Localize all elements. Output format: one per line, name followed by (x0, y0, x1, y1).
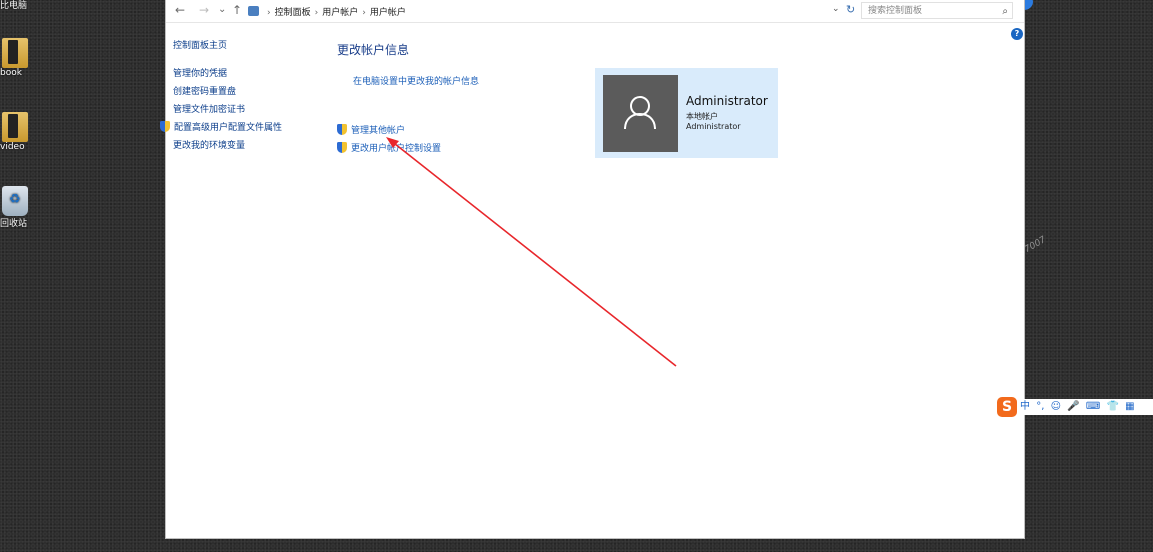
nav-control-panel-home[interactable]: 控制面板主页 (173, 38, 323, 51)
desktop-icon-book[interactable]: book (0, 38, 40, 78)
breadcrumb-user-accounts-current[interactable]: 用户帐户 (370, 8, 406, 18)
nav-change-env-variables[interactable]: 更改我的环境变量 (173, 137, 323, 155)
nav-manage-file-encryption[interactable]: 管理文件加密证书 (173, 101, 323, 119)
ime-skin-icon[interactable]: 👕 (1106, 399, 1118, 415)
desktop-icon-pc[interactable]: 比电脑 (0, 0, 40, 11)
up-button[interactable]: ↑ (232, 3, 242, 17)
control-panel-window: ← → ⌄ ↑ › 控制面板 › 用户帐户 › 用户帐户 ⌄ ↻ 搜索控制面板 ⌕ ? 控… (160, 0, 1025, 539)
uac-settings-label: 更改用户帐户控制设置 (351, 144, 442, 154)
nav-manage-credentials[interactable]: 管理你的凭据 (173, 65, 323, 83)
search-input[interactable]: 搜索控制面板 ⌕ (861, 2, 1013, 19)
breadcrumb-separator: › (314, 8, 319, 18)
uac-shield-icon (337, 124, 347, 135)
breadcrumb: › 控制面板 › 用户帐户 › 用户帐户 (248, 5, 406, 18)
ime-keyboard-icon[interactable]: ⌨ (1086, 399, 1100, 415)
uac-shield-icon (337, 142, 347, 153)
breadcrumb-separator: › (362, 8, 366, 18)
refresh-icon[interactable]: ↻ (846, 3, 855, 16)
user-icon (624, 96, 656, 130)
nav-link-label: 管理你的凭据 (173, 69, 228, 79)
left-navigation: 控制面板主页 管理你的凭据 创建密码重置盘 管理文件加密证书 配置高级用户配置文… (160, 38, 323, 155)
desktop-icon-label: 回收站 (0, 219, 28, 229)
manage-other-accounts-link[interactable]: 管理其他帐户 (337, 123, 405, 136)
recent-locations-button[interactable]: ⌄ (218, 3, 226, 17)
folder-icon (2, 38, 28, 68)
help-icon[interactable]: ? (1011, 28, 1023, 40)
manage-other-accounts-label: 管理其他帐户 (351, 126, 406, 136)
recycle-bin-icon (2, 186, 28, 216)
pc-settings-link[interactable]: 在电脑设置中更改我的帐户信息 (353, 74, 479, 87)
ime-emoji-icon[interactable]: ☺ (1051, 399, 1061, 415)
desktop-icon-video[interactable]: video (0, 112, 40, 152)
breadcrumb-separator: › (267, 8, 271, 18)
sogou-logo-icon[interactable]: S (997, 397, 1017, 417)
account-group: Administrator (686, 122, 741, 131)
desktop-icon-label: video (0, 142, 25, 152)
account-name: Administrator (686, 94, 768, 108)
mouse-cursor-icon (666, 53, 678, 66)
desktop-icon-label: book (0, 68, 22, 78)
ime-toolbox-icon[interactable]: ▦ (1125, 399, 1134, 415)
breadcrumb-control-panel[interactable]: 控制面板 (275, 8, 311, 18)
breadcrumb-user-accounts[interactable]: 用户帐户 (322, 8, 358, 18)
page-title: 更改帐户信息 (337, 43, 410, 57)
desktop-icon-recycle-bin[interactable]: 回收站 (0, 186, 40, 229)
ime-voice-icon[interactable]: 🎤 (1067, 399, 1079, 415)
nav-link-label: 配置高级用户配置文件属性 (174, 123, 283, 133)
users-location-icon (248, 6, 259, 16)
avatar (603, 75, 678, 152)
nav-link-label: 更改我的环境变量 (173, 141, 246, 151)
ime-mode-toggle[interactable]: 中 (1020, 399, 1030, 415)
nav-link-label: 管理文件加密证书 (173, 105, 246, 115)
uac-settings-link[interactable]: 更改用户帐户控制设置 (337, 141, 441, 154)
account-card: Administrator 本地帐户 Administrator (595, 68, 778, 158)
search-placeholder: 搜索控制面板 (868, 6, 923, 16)
address-bar: ← → ⌄ ↑ › 控制面板 › 用户帐户 › 用户帐户 ⌄ ↻ 搜索控制面板 ⌕ (166, 0, 1024, 23)
folder-icon (2, 112, 28, 142)
address-dropdown-icon[interactable]: ⌄ (832, 4, 840, 14)
watermark: 7007 (1023, 234, 1048, 256)
nav-create-reset-disk[interactable]: 创建密码重置盘 (173, 83, 323, 101)
uac-shield-icon (160, 121, 170, 132)
forward-button[interactable]: → (199, 3, 209, 17)
nav-advanced-profile-properties[interactable]: 配置高级用户配置文件属性 (160, 119, 323, 137)
ime-bar: 中 °, ☺ 🎤 ⌨ 👕 ▦ (1018, 399, 1153, 415)
back-button[interactable]: ← (175, 3, 185, 17)
ime-toolbar: S 中 °, ☺ 🎤 ⌨ 👕 ▦ (997, 397, 1153, 417)
account-type: 本地帐户 (686, 112, 718, 121)
ime-punctuation-toggle[interactable]: °, (1036, 399, 1044, 415)
nav-link-label: 创建密码重置盘 (173, 87, 237, 97)
desktop-icon-label: 比电脑 (0, 1, 28, 11)
search-icon[interactable]: ⌕ (1002, 3, 1008, 20)
